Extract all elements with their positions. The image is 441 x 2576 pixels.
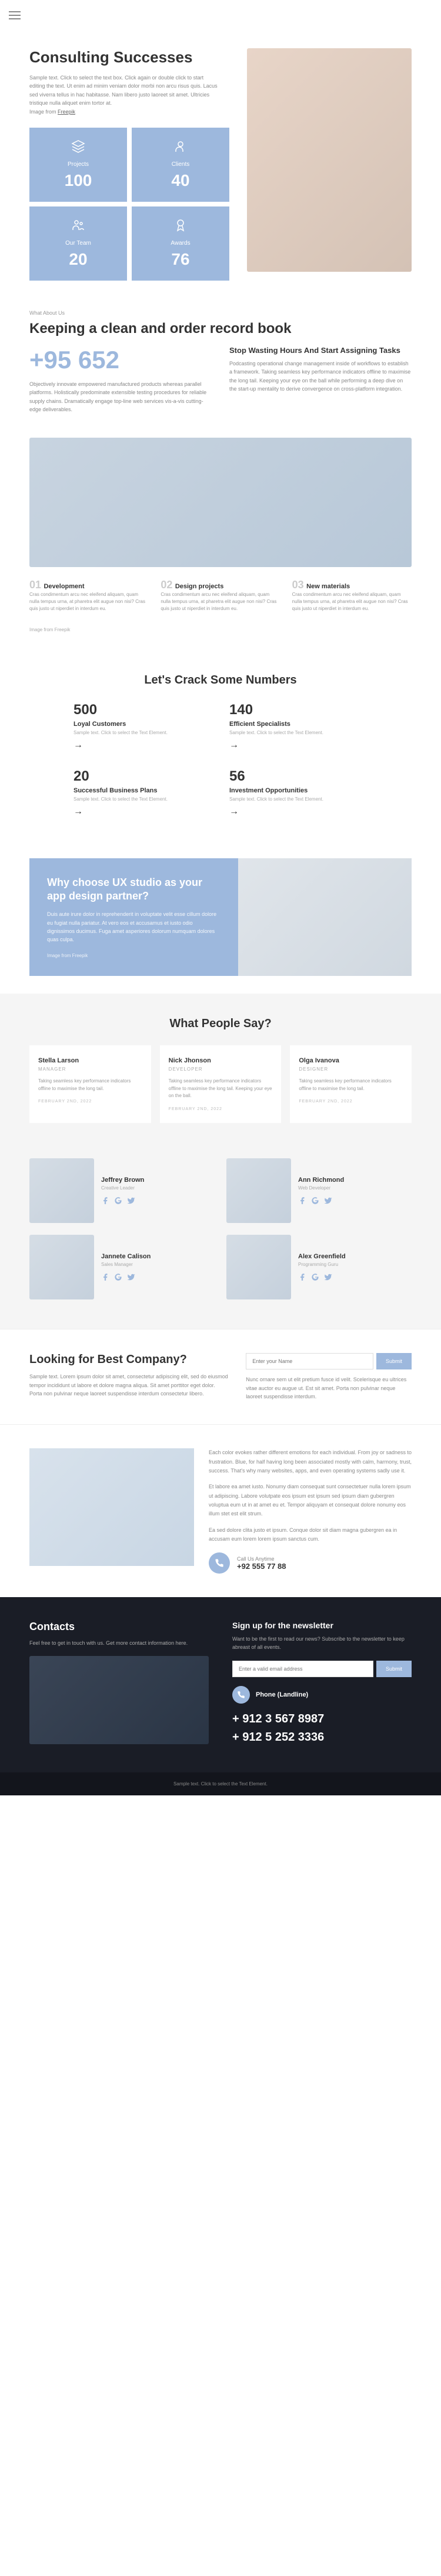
why-title: Why choose UX studio as your app design …	[47, 876, 220, 904]
facebook-icon[interactable]	[101, 1197, 109, 1205]
about-section: What About Us Keeping a clean and order …	[0, 298, 441, 426]
award-icon	[173, 218, 188, 232]
team-card: Alex Greenfield Programming Guru	[226, 1235, 412, 1299]
num-item-3: 20 Successful Business Plans Sample text…	[74, 768, 212, 817]
arrow-icon[interactable]: →	[74, 807, 212, 817]
google-icon[interactable]	[311, 1273, 319, 1281]
num-item-4: 56 Investment Opportunities Sample text.…	[229, 768, 368, 817]
contacts-section: Contacts Feel free to get in touch with …	[0, 1597, 441, 1772]
twitter-icon[interactable]	[127, 1273, 135, 1281]
contacts-title: Contacts	[29, 1621, 209, 1633]
google-icon[interactable]	[114, 1197, 122, 1205]
team-card: Jannete Calison Sales Manager	[29, 1235, 215, 1299]
team-avatar	[29, 1235, 94, 1299]
phone-number-1: + 912 3 567 8987	[232, 1712, 412, 1726]
stat-team: Our Team 20	[29, 206, 127, 281]
contacts-image	[29, 1656, 209, 1744]
about-eyebrow: What About Us	[29, 310, 412, 316]
three-col-3: 03 New materials Cras condimentum arcu n…	[292, 579, 412, 612]
layers-icon	[71, 139, 85, 154]
twitter-icon[interactable]	[127, 1197, 135, 1205]
colortext-image	[29, 1448, 194, 1566]
looking-section: Looking for Best Company? Sample text. L…	[0, 1329, 441, 1425]
team-section: Jeffrey Brown Creative Leader Ann Richmo…	[0, 1147, 441, 1329]
team-icon	[71, 218, 85, 232]
about-col2-text: Podcasting operational change management…	[229, 359, 412, 394]
footer: Sample text. Click to select the Text El…	[0, 1772, 441, 1795]
about-image	[29, 438, 412, 567]
stat-projects: Projects 100	[29, 128, 127, 202]
about-title: Keeping a clean and order record book	[29, 321, 412, 337]
stat-awards: Awards 76	[132, 206, 229, 281]
num-item-2: 140 Efficient Specialists Sample text. C…	[229, 702, 368, 751]
testimonial-card: Nick Jhonson DEVELOPER Taking seamless k…	[160, 1045, 282, 1123]
about-big-number: +95 652	[29, 346, 212, 374]
hero-credit-link[interactable]: Freepik	[58, 109, 75, 115]
testimonials-section: What People Say? Stella Larson MANAGER T…	[0, 994, 441, 1147]
phone-icon	[209, 1552, 230, 1574]
num-item-1: 500 Loyal Customers Sample text. Click t…	[74, 702, 212, 751]
arrow-icon[interactable]: →	[229, 807, 368, 817]
about-col2-title: Stop Wasting Hours And Start Assigning T…	[229, 346, 412, 355]
phone-number-2: + 912 5 252 3336	[232, 1731, 412, 1744]
looking-desc: Nunc ornare sem ut elit pretium fusce id…	[246, 1375, 412, 1401]
about-three-cols: 01 Development Cras condimentum arcu nec…	[0, 579, 441, 624]
twitter-icon[interactable]	[324, 1273, 332, 1281]
why-image	[238, 858, 412, 976]
about-credit: Image from Freepik	[0, 624, 441, 650]
newsletter-title: Sign up for the newsletter	[232, 1621, 412, 1630]
team-card: Ann Richmond Web Developer	[226, 1158, 412, 1223]
menu-button[interactable]	[0, 0, 441, 31]
arrow-icon[interactable]: →	[229, 740, 368, 751]
google-icon[interactable]	[311, 1197, 319, 1205]
about-col1-text: Objectively innovate empowered manufactu…	[29, 380, 212, 414]
why-text: Duis aute irure dolor in reprehenderit i…	[47, 910, 220, 944]
testimonial-card: Stella Larson MANAGER Taking seamless ke…	[29, 1045, 151, 1123]
why-section: Why choose UX studio as your app design …	[29, 858, 412, 976]
why-credit: Image from Freepik	[47, 953, 220, 958]
team-avatar	[226, 1235, 291, 1299]
hero-title: Consulting Successes	[29, 48, 235, 66]
team-card: Jeffrey Brown Creative Leader	[29, 1158, 215, 1223]
looking-title: Looking for Best Company?	[29, 1353, 228, 1367]
hero-section: Consulting Successes Sample text. Click …	[0, 31, 441, 298]
newsletter-text: Want to be the first to read our news? S…	[232, 1635, 412, 1652]
google-icon[interactable]	[114, 1273, 122, 1281]
numbers-title: Let's Crack Some Numbers	[29, 674, 412, 687]
name-input[interactable]	[246, 1353, 373, 1369]
testimonial-card: Olga Ivanova DESIGNER Taking seamless ke…	[290, 1045, 412, 1123]
call-box: Call Us Anytime +92 555 77 88	[209, 1552, 412, 1574]
contacts-text: Feel free to get in touch with us. Get m…	[29, 1639, 209, 1647]
facebook-icon[interactable]	[298, 1273, 306, 1281]
looking-text: Sample text. Lorem ipsum dolor sit amet,…	[29, 1372, 228, 1398]
three-col-1: 01 Development Cras condimentum arcu nec…	[29, 579, 149, 612]
testimonials-title: What People Say?	[29, 1017, 412, 1031]
stat-clients: Clients 40	[132, 128, 229, 202]
facebook-icon[interactable]	[298, 1197, 306, 1205]
email-input[interactable]	[232, 1661, 373, 1677]
hero-image	[247, 48, 412, 272]
twitter-icon[interactable]	[324, 1197, 332, 1205]
stats-grid: Projects 100 Clients 40 Our Team 20 Awar…	[29, 128, 229, 281]
numbers-section: Let's Crack Some Numbers 500 Loyal Custo…	[0, 650, 441, 841]
three-col-2: 02 Design projects Cras condimentum arcu…	[161, 579, 280, 612]
facebook-icon[interactable]	[101, 1273, 109, 1281]
colortext-section: Each color evokes rather different emoti…	[0, 1425, 441, 1597]
team-avatar	[226, 1158, 291, 1223]
phone-icon	[232, 1686, 250, 1704]
submit-button[interactable]: Submit	[376, 1353, 412, 1369]
user-icon	[173, 139, 188, 154]
newsletter-submit-button[interactable]: Submit	[376, 1661, 412, 1677]
arrow-icon[interactable]: →	[74, 740, 212, 751]
hero-text: Sample text. Click to select the text bo…	[29, 74, 218, 116]
team-avatar	[29, 1158, 94, 1223]
